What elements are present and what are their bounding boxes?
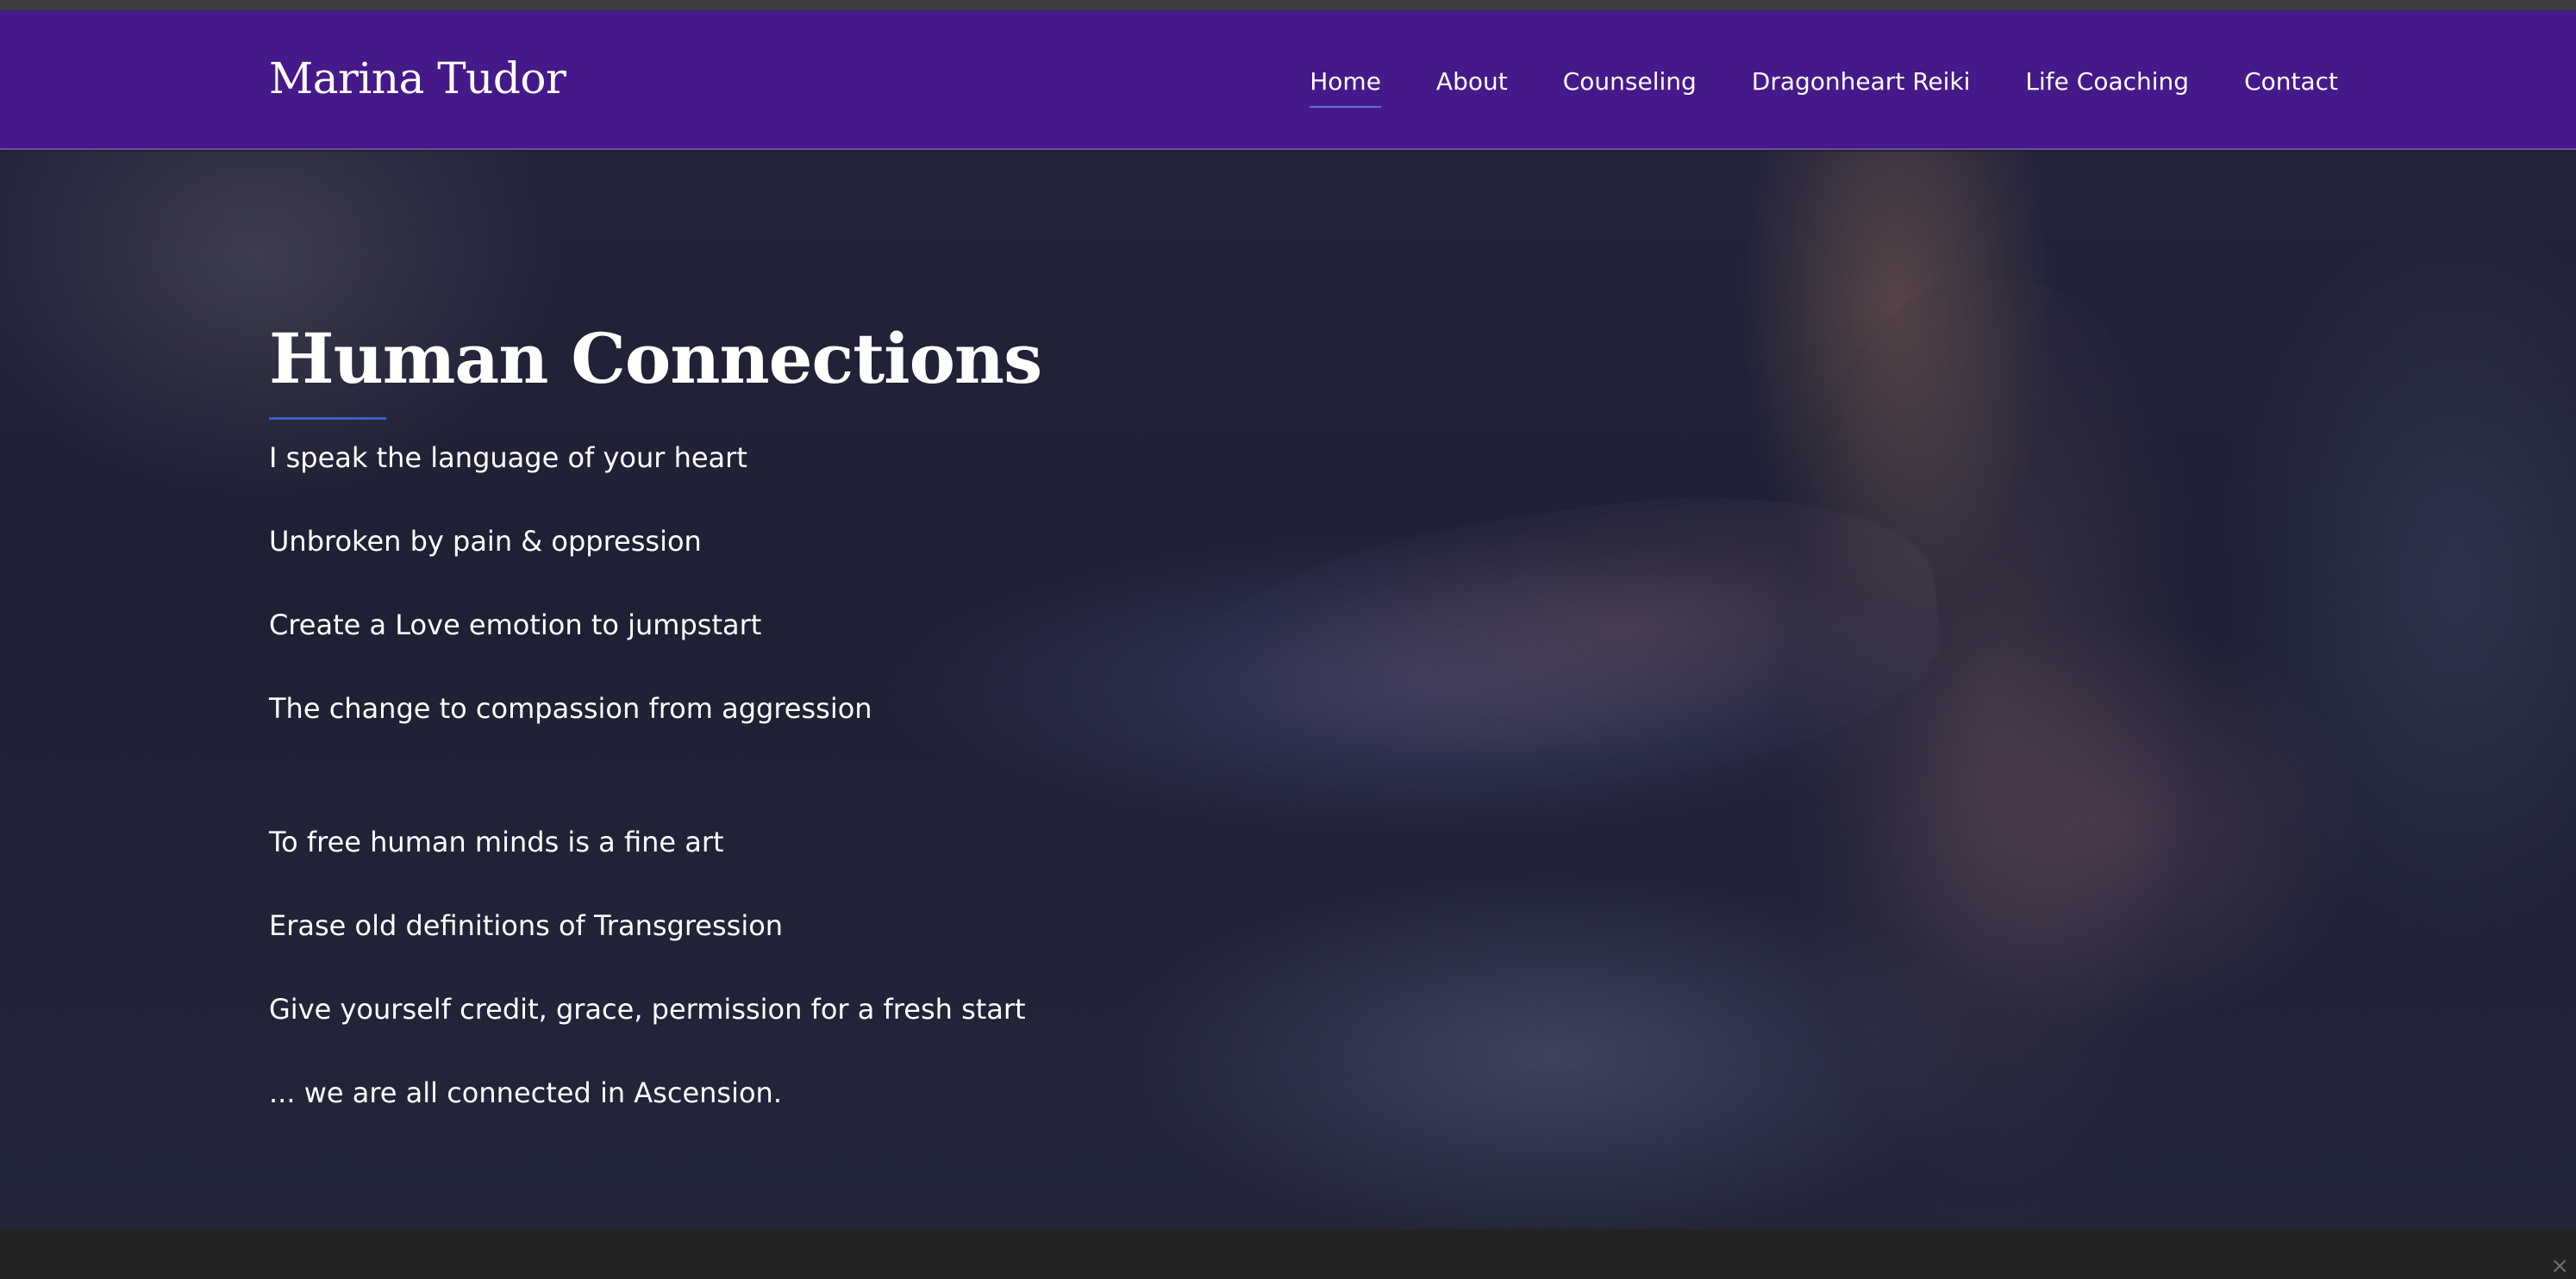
nav-item-home[interactable]: Home [1310, 67, 1381, 108]
poem-line: Erase old definitions of Transgression [269, 909, 784, 942]
main-nav: Home About Counseling Dragonheart Reiki … [1310, 67, 2338, 108]
nav-item-life-coaching[interactable]: Life Coaching [2025, 67, 2189, 96]
poem-line: Create a Love emotion to jumpstart [269, 608, 762, 641]
site-footer: × [0, 1229, 2576, 1279]
poem-line: The change to compassion from aggression [269, 692, 872, 725]
poem-lines: I speak the language of your heart Unbro… [269, 440, 1476, 1159]
nav-item-about[interactable]: About [1436, 67, 1508, 96]
nav-item-contact[interactable]: Contact [2244, 67, 2338, 96]
poem-line: ... we are all connected in Ascension. [269, 1076, 782, 1109]
close-icon[interactable]: × [2550, 1255, 2569, 1277]
nav-item-counseling[interactable]: Counseling [1563, 67, 1697, 96]
site-brand[interactable]: Marina Tudor [269, 53, 566, 103]
poem-line: Unbroken by pain & oppression [269, 525, 702, 558]
title-underline [269, 417, 386, 420]
hero-section: Human Connections I speak the language o… [0, 152, 2576, 1229]
nav-item-dragonheart-reiki[interactable]: Dragonheart Reiki [1752, 67, 1971, 96]
poem-line: Give yourself credit, grace, permission … [269, 993, 1026, 1026]
top-strip [0, 0, 2576, 10]
hero-background-image-detail [1767, 281, 2216, 1229]
site-header: Marina Tudor Home About Counseling Drago… [0, 10, 2576, 150]
poem-line: To free human minds is a fine art [269, 826, 724, 858]
poem-line: I speak the language of your heart [269, 441, 747, 474]
hero-title: Human Connections [269, 318, 1042, 399]
hero-content: Human Connections I speak the language o… [269, 324, 1476, 1159]
